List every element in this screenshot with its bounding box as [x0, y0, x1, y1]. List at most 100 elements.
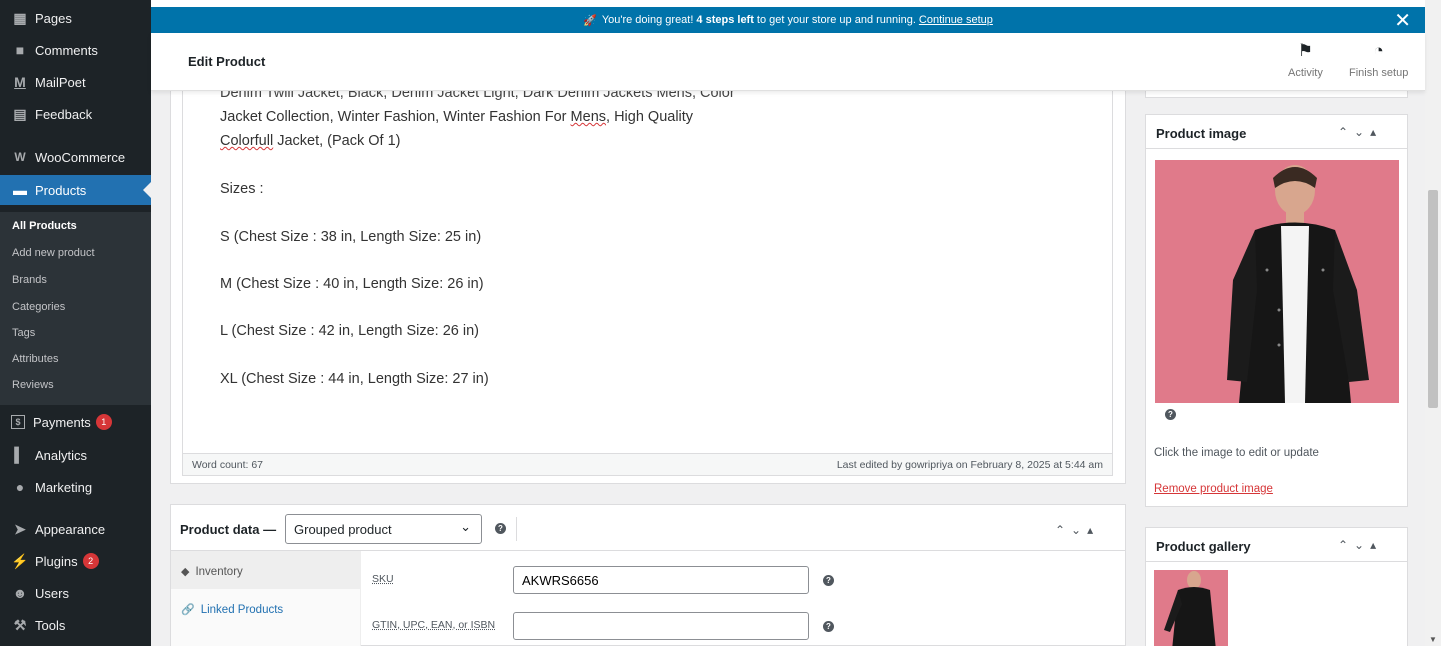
- appearance-icon: ➤: [14, 520, 26, 537]
- mailpoet-icon: M: [14, 74, 26, 90]
- menu-label: MailPoet: [35, 74, 86, 90]
- description-editor[interactable]: Denim Twill Jacket, Black, Denim Jacket …: [182, 60, 1113, 476]
- menu-label: Payments: [33, 414, 91, 430]
- word-count: Word count: 67: [192, 459, 264, 471]
- menu-label: Appearance: [35, 521, 106, 537]
- woocommerce-icon: W: [14, 150, 26, 164]
- menu-woocommerce[interactable]: W WooCommerce: [0, 142, 151, 172]
- tab-label: Inventory: [195, 566, 243, 578]
- tag-icon: ◆: [181, 566, 190, 578]
- page-scrollbar[interactable]: ▼: [1425, 0, 1441, 646]
- setup-banner: 🚀 You're doing great! 4 steps left to ge…: [151, 7, 1425, 33]
- submenu-all-products[interactable]: All Products: [12, 220, 77, 232]
- gtin-help-icon[interactable]: ?: [823, 621, 834, 632]
- submenu-attributes[interactable]: Attributes: [12, 353, 58, 365]
- editor-status-bar: Word count: 67 Last edited by gowripriya…: [183, 453, 1112, 475]
- top-strip: [151, 0, 1425, 7]
- tab-linked-products[interactable]: 🔗 Linked Products: [171, 589, 361, 627]
- gallery-thumbnail[interactable]: [1154, 570, 1228, 646]
- tab-label: Linked Products: [200, 604, 284, 616]
- tab-inventory[interactable]: ◆ Inventory: [171, 551, 361, 589]
- product-gallery-box: Product gallery ⌃⌄▴: [1145, 527, 1408, 646]
- product-type-value: Grouped product: [294, 522, 392, 537]
- banner-text-after: to get your store up and running.: [756, 14, 916, 26]
- product-gallery-header: Product gallery ⌃⌄▴: [1146, 528, 1407, 562]
- divider: [516, 517, 517, 541]
- product-image-box: Product image ⌃⌄▴ ? Click the image to e…: [1145, 114, 1408, 507]
- page-title: Edit Product: [188, 54, 266, 69]
- menu-label: Plugins: [35, 553, 78, 569]
- sku-help-icon[interactable]: ?: [823, 575, 834, 586]
- marketing-icon: ●: [15, 479, 25, 495]
- product-image[interactable]: [1155, 160, 1399, 403]
- activity-button[interactable]: ⚑ Activity: [1288, 41, 1323, 79]
- text-segment: Jacket Collection, Winter Fashion, Winte…: [220, 109, 571, 125]
- editor-size-l: L (Chest Size : 42 in, Length Size: 26 i…: [220, 323, 479, 339]
- payments-badge: 1: [95, 414, 112, 430]
- box-order-controls[interactable]: ⌃⌄▴: [1338, 538, 1382, 552]
- product-gallery-title: Product gallery: [1156, 539, 1251, 554]
- submenu-tags[interactable]: Tags: [12, 327, 35, 339]
- banner-steps: 4 steps left: [696, 14, 754, 26]
- image-hint: Click the image to edit or update: [1154, 447, 1319, 459]
- menu-label: Products: [35, 182, 87, 198]
- submenu-categories[interactable]: Categories: [12, 301, 65, 313]
- jacket-thumbnail: [1154, 570, 1228, 646]
- box-order-controls[interactable]: ⌃⌄▴: [1338, 125, 1382, 139]
- last-edited: Last edited by gowripriya on February 8,…: [836, 459, 1103, 471]
- submenu-brands[interactable]: Brands: [12, 274, 47, 286]
- menu-label: Feedback: [35, 106, 93, 122]
- submenu-add-new-product[interactable]: Add new product: [12, 247, 95, 259]
- admin-sidebar: ▦ Pages ■ Comments M MailPoet ▤ Feedback…: [0, 0, 151, 646]
- product-type-select[interactable]: Grouped product ⌄: [285, 514, 482, 544]
- scroll-down-icon[interactable]: ▼: [1429, 635, 1437, 644]
- remove-image-link[interactable]: Remove product image: [1154, 483, 1273, 495]
- menu-pages[interactable]: ▦ Pages: [0, 3, 151, 33]
- close-icon[interactable]: ✕: [1394, 8, 1411, 33]
- progress-icon: ◔: [1373, 41, 1384, 60]
- menu-tools[interactable]: ⚒ Tools: [0, 610, 151, 640]
- menu-label: Pages: [35, 10, 72, 26]
- menu-label: Analytics: [35, 447, 88, 463]
- menu-analytics[interactable]: ▍ Analytics: [0, 440, 151, 470]
- products-submenu: All Products Add new product Brands Cate…: [0, 212, 151, 405]
- image-help-icon[interactable]: ?: [1165, 409, 1176, 420]
- plugins-badge: 2: [82, 553, 99, 569]
- menu-feedback[interactable]: ▤ Feedback: [0, 99, 151, 129]
- feedback-icon: ▤: [13, 105, 27, 122]
- text-segment: , High Quality: [606, 109, 694, 125]
- menu-appearance[interactable]: ➤ Appearance: [0, 514, 151, 544]
- menu-users[interactable]: ☻ Users: [0, 578, 151, 608]
- menu-mailpoet[interactable]: M MailPoet: [0, 67, 151, 97]
- plugins-icon: ⚡: [11, 552, 29, 569]
- gtin-label: GTIN, UPC, EAN, or ISBN: [372, 619, 496, 631]
- activity-label: Activity: [1288, 67, 1323, 79]
- editor-size-m: M (Chest Size : 40 in, Length Size: 26 i…: [220, 276, 484, 292]
- finish-setup-button[interactable]: ◔ Finish setup: [1349, 41, 1408, 79]
- tools-icon: ⚒: [13, 616, 27, 633]
- product-data-metabox: Product data — Grouped product ⌄ ? ⌃⌄▴ ◆…: [170, 504, 1126, 646]
- scrollbar-thumb[interactable]: [1428, 190, 1438, 408]
- gtin-input[interactable]: [513, 612, 809, 640]
- right-margin: [1441, 0, 1456, 646]
- menu-label: Marketing: [35, 479, 93, 495]
- editor-line-3: Colorfull Jacket, (Pack Of 1): [220, 133, 401, 149]
- flag-icon: ⚑: [1297, 41, 1314, 60]
- menu-products[interactable]: ▬ Products: [0, 175, 151, 205]
- menu-payments[interactable]: $ Payments 1: [0, 407, 151, 437]
- editor-line-2: Jacket Collection, Winter Fashion, Winte…: [220, 109, 693, 125]
- box-order-controls[interactable]: ⌃⌄▴: [1055, 523, 1099, 537]
- submenu-reviews[interactable]: Reviews: [12, 379, 54, 391]
- link-icon: 🔗: [181, 604, 195, 616]
- menu-label: Tools: [35, 617, 66, 633]
- help-icon[interactable]: ?: [495, 523, 506, 534]
- continue-setup-link[interactable]: Continue setup: [919, 14, 993, 26]
- menu-plugins[interactable]: ⚡ Plugins 2: [0, 546, 151, 576]
- sku-input[interactable]: [513, 566, 809, 594]
- misspelled-word: Mens: [570, 109, 607, 125]
- menu-marketing[interactable]: ● Marketing: [0, 472, 151, 502]
- users-icon: ☻: [12, 585, 28, 601]
- comments-icon: ■: [15, 42, 25, 58]
- menu-comments[interactable]: ■ Comments: [0, 35, 151, 65]
- payments-icon: $: [11, 415, 25, 429]
